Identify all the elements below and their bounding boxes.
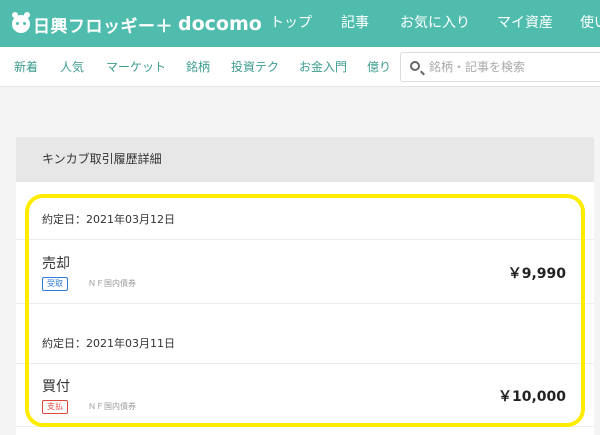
receive-badge: 受取 — [42, 277, 68, 291]
subnav-item-new[interactable]: 新着 — [14, 47, 38, 87]
panel-header: キンカブ取引履歴詳細 — [16, 137, 594, 182]
search-box[interactable] — [400, 52, 600, 82]
subnav-item-oku[interactable]: 億り — [367, 47, 391, 87]
page-title: キンカブ取引履歴詳細 — [42, 152, 162, 166]
trade-row[interactable]: 買付 支払 ＮＦ国内債券 ￥10,000 — [16, 364, 594, 427]
payment-badge: 支払 — [42, 400, 68, 414]
top-header: 日興フロッギー＋ docomo トップ 記事 お気に入り マイ資産 使い — [0, 0, 600, 47]
fund-name: ＮＦ国内債券 — [88, 402, 136, 411]
trade-amount: ￥9,990 — [507, 266, 566, 282]
trade-type: 買付 — [42, 379, 70, 395]
logo-text: 日興フロッギー＋ — [33, 16, 173, 37]
category-nav: 新着 人気 マーケット 銘柄 投資テク お金入門 億り — [0, 47, 600, 87]
trade-row[interactable]: 売却 受取 ＮＦ国内債券 ￥9,990 — [16, 241, 594, 304]
subnav-item-market[interactable]: マーケット — [106, 47, 166, 87]
nav-my-assets[interactable]: マイ資産 — [497, 0, 553, 47]
trade-amount: ￥10,000 — [497, 389, 566, 405]
search-input[interactable] — [429, 53, 599, 81]
trade-date: 約定日：2021年03月11日 — [16, 324, 594, 364]
subnav-item-stocks[interactable]: 銘柄 — [186, 47, 210, 87]
site-logo[interactable]: 日興フロッギー＋ docomo — [12, 12, 262, 37]
nav-articles[interactable]: 記事 — [341, 0, 369, 47]
subnav-item-popular[interactable]: 人気 — [60, 47, 84, 87]
subnav-item-money-basics[interactable]: お金入門 — [299, 47, 347, 87]
nav-usage[interactable]: 使い — [580, 0, 600, 47]
trade-type: 売却 — [42, 256, 70, 272]
frog-logo-icon — [12, 12, 30, 33]
fund-name: ＮＦ国内債券 — [88, 279, 136, 288]
nav-favorites[interactable]: お気に入り — [400, 0, 470, 47]
search-icon — [410, 61, 420, 71]
trade-date: 約定日：2021年03月12日 — [16, 200, 594, 240]
nav-top[interactable]: トップ — [270, 0, 312, 47]
partner-logo-text: docomo — [178, 13, 262, 35]
subnav-item-techniques[interactable]: 投資テク — [231, 47, 279, 87]
